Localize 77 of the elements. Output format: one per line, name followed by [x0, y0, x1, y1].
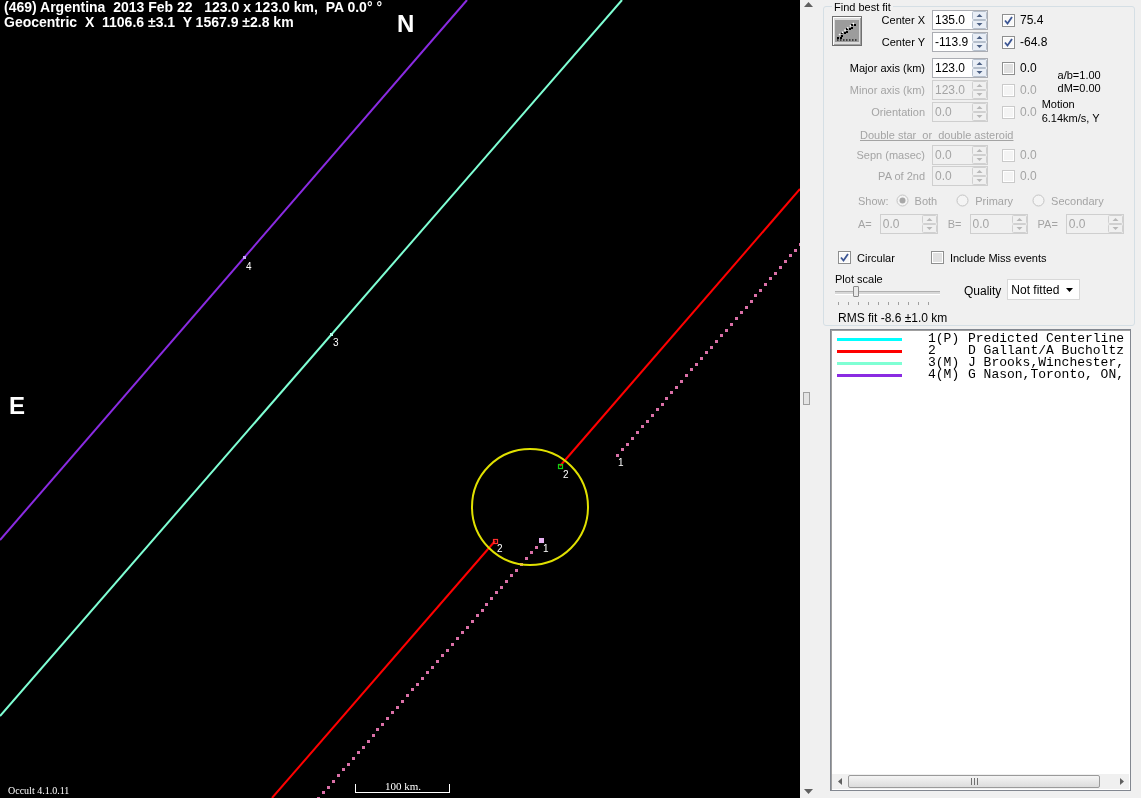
- show-label: Show:: [858, 194, 889, 207]
- quality-label: Quality: [964, 284, 1002, 298]
- spin-button[interactable]: [972, 11, 987, 29]
- legend-number: 3(M): [928, 357, 961, 369]
- chord-label: 1: [543, 543, 549, 554]
- legend-name: G Nason,Toronto, ON,: [968, 369, 1125, 381]
- checkbox[interactable]: [838, 251, 851, 265]
- rms-fit-text: RMS fit -8.6 ±1.0 km: [837, 311, 949, 325]
- slider-track[interactable]: [835, 286, 940, 305]
- fit-result-value: 0.0: [1020, 61, 1037, 75]
- legend-number: 1(P): [928, 333, 961, 345]
- fit-result-value: 0.0: [1020, 169, 1037, 184]
- number-field[interactable]: 135.0: [932, 10, 988, 30]
- tick-mark-icon: [243, 256, 246, 259]
- field-label: Major axis (km): [848, 62, 926, 74]
- quality-dropdown[interactable]: Not fitted: [1007, 279, 1081, 300]
- plot-title: (469) Argentina 2013 Feb 22 123.0 x 123.0 km, PA 0.0° °: [4, 0, 382, 15]
- event-marker-icon: [539, 538, 544, 543]
- legend-number: 2: [928, 345, 936, 357]
- scroll-down-icon[interactable]: [804, 789, 813, 794]
- fit-button[interactable]: [832, 16, 862, 46]
- field-label: PA of 2nd: [877, 170, 926, 183]
- spin-button[interactable]: [972, 59, 987, 77]
- field-label: B=: [947, 217, 962, 230]
- spin-button[interactable]: [972, 33, 987, 51]
- field-label: Minor axis (km): [848, 84, 926, 96]
- checkbox[interactable]: [1002, 13, 1015, 27]
- scroll-left-icon[interactable]: [837, 778, 842, 785]
- axis-ratio-text: a/b=1.00: [1057, 69, 1102, 82]
- field-label: Sepn (masec): [855, 149, 926, 162]
- checkbox[interactable]: [930, 251, 944, 265]
- group-title: Find best fit: [832, 1, 893, 13]
- fit-result-value: 0.0: [1020, 105, 1037, 119]
- slider-thumb[interactable]: [853, 286, 859, 297]
- chord-label: 3: [333, 337, 339, 348]
- plot-scale-label: Plot scale: [835, 273, 884, 285]
- scroll-right-icon[interactable]: [1119, 778, 1124, 785]
- version-label: Occult 4.1.0.11: [8, 785, 70, 796]
- legend-name: J Brooks,Winchester,: [968, 357, 1125, 369]
- legend-name: Predicted Centerline: [968, 333, 1125, 345]
- event-marker-icon: [492, 538, 499, 545]
- motion-value: 6.14km/s, Y: [1040, 111, 1101, 125]
- checkbox-label[interactable]: Circular: [857, 251, 895, 264]
- fit-result-value: -64.8: [1020, 35, 1048, 49]
- magnitude-drop-text: dM=0.00: [1057, 82, 1102, 95]
- fit-result-value: 75.4: [1020, 13, 1044, 27]
- legend-name: D Gallant/A Bucholtz: [968, 345, 1125, 357]
- scrollbar-thumb[interactable]: [848, 775, 1100, 788]
- checkbox[interactable]: [1002, 61, 1015, 75]
- chart-icon: [835, 20, 859, 42]
- fit-result-value: 0.0: [1020, 83, 1037, 97]
- east-label: E: [9, 392, 25, 419]
- event-marker-icon: [557, 463, 564, 470]
- checkbox-label[interactable]: Include Miss events: [949, 251, 1047, 264]
- plot-subtitle: Geocentric X 1106.6 ±3.1 Y 1567.9 ±2.8 km: [4, 15, 294, 30]
- grip-icon: [970, 778, 978, 785]
- chord-label: 4: [246, 261, 252, 272]
- tick-mark-icon: [330, 333, 333, 336]
- field-label: PA=: [1037, 217, 1058, 230]
- field-label: Center X: [880, 14, 926, 26]
- north-label: N: [397, 10, 415, 37]
- motion-label: Motion: [1040, 97, 1076, 111]
- field-label: Center Y: [880, 36, 926, 48]
- splitter-handle[interactable]: [803, 391, 810, 405]
- checkbox[interactable]: [1002, 35, 1015, 49]
- number-field[interactable]: 123.0: [932, 58, 988, 78]
- scale-label: 100 km.: [384, 780, 422, 792]
- caret-icon: [1066, 287, 1074, 292]
- chord-label: 2: [563, 469, 569, 480]
- legend-number: 4(M): [928, 369, 961, 381]
- chord-label: 2: [497, 543, 503, 554]
- number-field[interactable]: -113.9: [932, 32, 988, 52]
- field-label: A=: [858, 217, 872, 230]
- field-label: Orientation: [870, 106, 926, 118]
- fit-result-value: 0.0: [1020, 148, 1037, 163]
- chord-label: 1: [618, 457, 624, 468]
- scroll-up-icon[interactable]: [804, 2, 813, 7]
